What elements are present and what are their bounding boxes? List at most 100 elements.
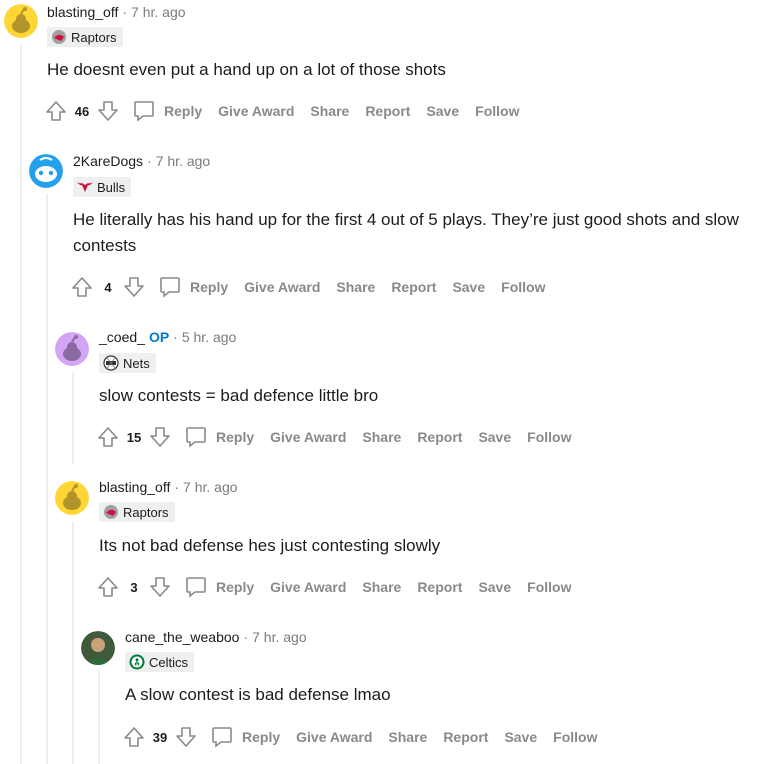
comment-actions: 46 Reply Give Award Share Report Save Fo… (44, 97, 519, 125)
report-button[interactable]: Report (365, 103, 410, 119)
report-button[interactable]: Report (417, 579, 462, 595)
reply-button[interactable]: Reply (158, 275, 228, 299)
upvote-icon[interactable] (44, 99, 68, 123)
downvote-icon[interactable] (122, 275, 146, 299)
thread-line[interactable] (46, 194, 48, 764)
report-button[interactable]: Report (417, 429, 462, 445)
vote-score: 15 (126, 429, 142, 445)
give-award-button[interactable]: Give Award (270, 579, 346, 595)
user-flair: Nets (99, 353, 156, 373)
upvote-icon[interactable] (96, 575, 120, 599)
thread-line[interactable] (98, 670, 100, 764)
give-award-button[interactable]: Give Award (270, 429, 346, 445)
comment-body: Its not bad defense hes just contesting … (99, 536, 441, 555)
op-badge: OP (148, 329, 170, 345)
comment-actions: 39 Reply Give Award Share Report Save Fo… (122, 723, 597, 751)
save-button[interactable]: Save (478, 579, 511, 595)
avatar[interactable] (29, 154, 63, 188)
thread-line[interactable] (72, 372, 74, 464)
separator: · (174, 479, 180, 495)
follow-button[interactable]: Follow (475, 103, 519, 119)
comment-header: _coed_ OP · 5 hr. ago (99, 329, 236, 345)
comment-body: A slow contest is bad defense lmao (125, 685, 391, 704)
timestamp[interactable]: 7 hr. ago (252, 629, 307, 645)
timestamp[interactable]: 7 hr. ago (183, 479, 238, 495)
nets-logo-icon (102, 354, 120, 372)
downvote-icon[interactable] (148, 575, 172, 599)
avatar[interactable] (4, 4, 38, 38)
raptors-logo-icon (50, 28, 68, 46)
upvote-icon[interactable] (70, 275, 94, 299)
username[interactable]: _coed_ (99, 329, 145, 345)
username[interactable]: blasting_off (47, 4, 118, 20)
timestamp[interactable]: 7 hr. ago (131, 4, 186, 20)
downvote-icon[interactable] (174, 725, 198, 749)
share-button[interactable]: Share (310, 103, 349, 119)
share-button[interactable]: Share (336, 279, 375, 295)
thread-line[interactable] (20, 44, 22, 764)
comment-body: He doesnt even put a hand up on a lot of… (47, 60, 446, 79)
vote-score: 4 (104, 279, 112, 295)
timestamp[interactable]: 5 hr. ago (182, 329, 237, 345)
save-button[interactable]: Save (478, 429, 511, 445)
user-flair: Bulls (73, 177, 132, 197)
comment-bubble-icon (134, 101, 154, 122)
comment-header: blasting_off · 7 hr. ago (47, 4, 186, 20)
avatar[interactable] (81, 631, 115, 665)
comment-header: 2KareDogs · 7 hr. ago (73, 153, 210, 169)
comment-actions: 3 Reply Give Award Share Report Save Fol… (96, 573, 571, 601)
downvote-icon[interactable] (148, 425, 172, 449)
follow-button[interactable]: Follow (527, 429, 571, 445)
raptors-logo-icon (102, 503, 120, 521)
comment-header: cane_the_weaboo · 7 hr. ago (125, 629, 307, 645)
give-award-button[interactable]: Give Award (296, 729, 372, 745)
vote-score: 39 (152, 729, 168, 745)
give-award-button[interactable]: Give Award (244, 279, 320, 295)
give-award-button[interactable]: Give Award (218, 103, 294, 119)
reply-button[interactable]: Reply (132, 99, 202, 123)
flair-label: Bulls (97, 179, 126, 195)
separator: · (147, 153, 152, 169)
separator: · (243, 629, 249, 645)
separator: · (122, 4, 128, 20)
username[interactable]: 2KareDogs (73, 153, 143, 169)
upvote-icon[interactable] (96, 425, 120, 449)
follow-button[interactable]: Follow (553, 729, 597, 745)
comment-bubble-icon (160, 277, 180, 298)
follow-button[interactable]: Follow (527, 579, 571, 595)
comment-body: He literally has his hand up for the fir… (73, 210, 739, 255)
share-button[interactable]: Share (362, 579, 401, 595)
share-button[interactable]: Share (388, 729, 427, 745)
user-flair: Raptors (47, 27, 123, 47)
comment-body: slow contests = bad defence little bro (99, 386, 379, 405)
flair-label: Nets (123, 355, 150, 371)
flair-label: Raptors (71, 29, 117, 45)
timestamp[interactable]: 7 hr. ago (156, 153, 211, 169)
bulls-logo-icon (76, 178, 94, 196)
vote-score: 3 (130, 579, 138, 595)
follow-button[interactable]: Follow (501, 279, 545, 295)
reply-button[interactable]: Reply (184, 425, 254, 449)
thread-line[interactable] (72, 522, 74, 764)
save-button[interactable]: Save (426, 103, 459, 119)
report-button[interactable]: Report (443, 729, 488, 745)
reply-button[interactable]: Reply (184, 575, 254, 599)
comment-bubble-icon (186, 577, 206, 598)
username[interactable]: blasting_off (99, 479, 170, 495)
save-button[interactable]: Save (504, 729, 537, 745)
upvote-icon[interactable] (122, 725, 146, 749)
comment-bubble-icon (212, 727, 232, 748)
share-button[interactable]: Share (362, 429, 401, 445)
comment-header: blasting_off · 7 hr. ago (99, 479, 238, 495)
avatar[interactable] (55, 481, 89, 515)
celtics-logo-icon (128, 653, 146, 671)
user-flair: Celtics (125, 652, 195, 672)
comment-bubble-icon (186, 427, 206, 448)
reply-button[interactable]: Reply (210, 725, 280, 749)
flair-label: Celtics (149, 654, 189, 670)
save-button[interactable]: Save (452, 279, 485, 295)
username[interactable]: cane_the_weaboo (125, 629, 239, 645)
report-button[interactable]: Report (391, 279, 436, 295)
avatar[interactable] (55, 332, 89, 366)
downvote-icon[interactable] (96, 99, 120, 123)
